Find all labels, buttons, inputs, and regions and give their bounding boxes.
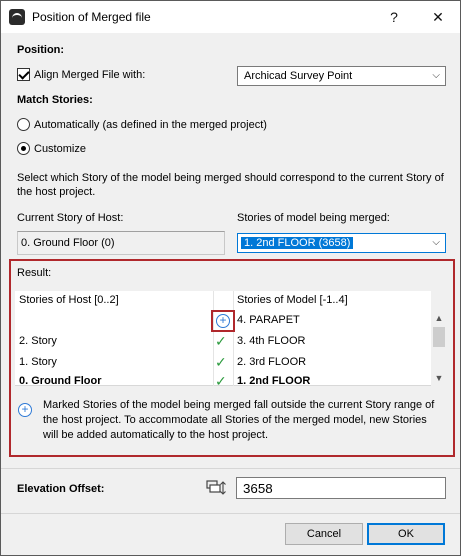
model-story-cell: 3. 4th FLOOR	[237, 335, 306, 347]
cancel-button[interactable]: Cancel	[285, 523, 363, 545]
result-heading: Result:	[17, 267, 52, 279]
chevron-down-icon: ⌵	[432, 237, 440, 248]
host-story-label: Current Story of Host:	[17, 212, 124, 224]
check-icon: ✓	[215, 333, 227, 349]
host-story-cell: 2. Story	[19, 335, 57, 347]
host-story-field: 0. Ground Floor (0)	[17, 231, 225, 255]
dialog-title: Position of Merged file	[32, 10, 151, 24]
host-story-cell: 0. Ground Floor	[19, 375, 102, 386]
dialog-window: Position of Merged file ? ✕ Position: Al…	[0, 0, 461, 556]
align-label: Align Merged File with:	[34, 69, 146, 81]
align-dropdown[interactable]: Archicad Survey Point ⌵	[237, 66, 446, 86]
ok-button[interactable]: OK	[367, 523, 445, 545]
radio-automatically-label: Automatically (as defined in the merged …	[34, 119, 267, 131]
radio-customize[interactable]	[17, 142, 30, 155]
merged-stories-label: Stories of model being merged:	[237, 212, 390, 224]
scroll-up-icon[interactable]: ▲	[431, 311, 447, 325]
model-column-header: Stories of Model [-1..4]	[237, 294, 348, 306]
archicad-app-icon	[9, 9, 25, 25]
host-column-header: Stories of Host [0..2]	[19, 294, 119, 306]
elevation-offset-input[interactable]	[236, 477, 446, 499]
model-story-cell: 1. 2nd FLOOR	[237, 375, 311, 386]
section-divider	[1, 513, 460, 514]
list-item[interactable]: 1. Story ✓ 2. 3rd FLOOR	[15, 353, 431, 373]
list-scrollbar[interactable]: ▲ ▼	[431, 291, 447, 386]
align-dropdown-value: Archicad Survey Point	[244, 70, 353, 82]
elevation-offset-icon	[206, 480, 226, 495]
merged-story-dropdown[interactable]: 1. 2nd FLOOR (3658) ⌵	[237, 233, 446, 253]
help-button[interactable]: ?	[379, 6, 409, 28]
merged-story-dropdown-value: 1. 2nd FLOOR (3658)	[241, 237, 354, 249]
list-item[interactable]: 0. Ground Floor ✓ 1. 2nd FLOOR	[15, 372, 431, 386]
plus-highlight-frame	[211, 310, 235, 332]
check-icon: ✓	[215, 354, 227, 370]
scroll-thumb[interactable]	[433, 327, 445, 347]
result-note: Marked Stories of the model being merged…	[43, 399, 435, 441]
section-divider	[1, 468, 460, 469]
list-header-row: Stories of Host [0..2] Stories of Model …	[15, 291, 431, 311]
info-plus-icon: +	[18, 403, 32, 417]
list-item[interactable]: 2. Story ✓ 3. 4th FLOOR	[15, 332, 431, 352]
match-description: Select which Story of the model being me…	[17, 172, 444, 198]
radio-automatically[interactable]	[17, 118, 30, 131]
title-bar: Position of Merged file ? ✕	[1, 1, 460, 33]
scroll-down-icon[interactable]: ▼	[431, 371, 447, 385]
model-story-cell: 4. PARAPET	[237, 314, 300, 326]
model-story-cell: 2. 3rd FLOOR	[237, 356, 307, 368]
align-checkbox[interactable]	[17, 68, 30, 81]
match-stories-heading: Match Stories:	[17, 94, 93, 106]
close-button[interactable]: ✕	[423, 6, 453, 28]
check-icon: ✓	[215, 373, 227, 386]
chevron-down-icon: ⌵	[432, 70, 440, 81]
elevation-offset-label: Elevation Offset:	[17, 483, 105, 495]
radio-customize-label: Customize	[34, 143, 86, 155]
host-story-cell: 1. Story	[19, 356, 57, 368]
story-mapping-list: Stories of Host [0..2] Stories of Model …	[15, 291, 447, 386]
position-heading: Position:	[17, 44, 65, 56]
